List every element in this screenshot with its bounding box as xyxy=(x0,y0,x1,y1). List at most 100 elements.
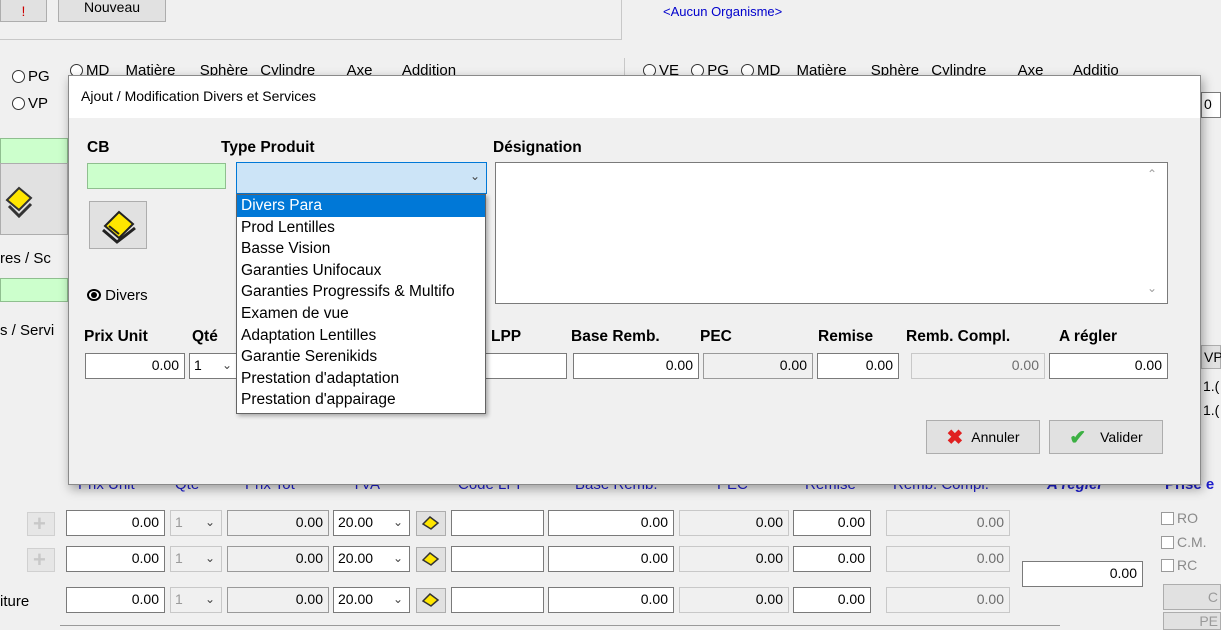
annuler-label: Annuler xyxy=(971,429,1020,445)
left-row-label-1: res / Sc xyxy=(0,250,51,267)
scroll-up-icon[interactable]: ⌃ xyxy=(1147,167,1157,181)
row-tva-value: 20.00 xyxy=(338,514,374,530)
qte-value: 1 xyxy=(194,357,202,373)
row-tva-value: 20.00 xyxy=(338,591,374,607)
row-tva-select[interactable]: 20.00 ⌄ xyxy=(333,546,410,572)
prix-unit-label: Prix Unit xyxy=(84,328,148,345)
side-button-c-label: C xyxy=(1207,589,1218,605)
divers-label: Divers xyxy=(105,287,148,304)
dropdown-item[interactable]: Adaptation Lentilles xyxy=(237,325,485,347)
checkbox-rc[interactable]: RC xyxy=(1161,557,1197,573)
row-tva-select[interactable]: 20.00 ⌄ xyxy=(333,587,410,613)
row-pec: 0.00 xyxy=(679,587,789,613)
row-base-remb[interactable]: 0.00 xyxy=(548,546,674,572)
radio-vp-circle[interactable] xyxy=(12,97,25,110)
dropdown-item[interactable]: Divers Para xyxy=(237,195,485,217)
a-regler-input[interactable]: 0.00 xyxy=(1049,353,1168,379)
left-green-field-2[interactable] xyxy=(0,278,68,302)
row-qte-value: 1 xyxy=(175,550,183,566)
dropdown-item[interactable]: Examen de vue xyxy=(237,303,485,325)
chevron-down-icon: ⌄ xyxy=(204,515,215,529)
scroll-down-icon[interactable]: ⌄ xyxy=(1147,281,1157,295)
checkbox-cm[interactable]: C.M. xyxy=(1161,534,1207,550)
row-code-lpp[interactable] xyxy=(451,587,544,613)
row-prix-unit[interactable]: 0.00 xyxy=(66,546,165,572)
chevron-down-icon: ⌄ xyxy=(392,515,403,529)
row-remise[interactable]: 0.00 xyxy=(793,587,871,613)
row-qte-value: 1 xyxy=(175,514,183,530)
radio-pg-circle[interactable] xyxy=(12,70,25,83)
lpp-input[interactable] xyxy=(483,353,567,379)
remise-input[interactable]: 0.00 xyxy=(817,353,899,379)
row-code-lpp[interactable] xyxy=(451,510,544,536)
side-button-pe[interactable]: PE xyxy=(1163,612,1221,630)
dropdown-item[interactable]: Garantie Serenikids xyxy=(237,346,485,368)
designation-textarea[interactable]: ⌃ ⌄ xyxy=(495,162,1168,304)
add-row-button[interactable]: + xyxy=(27,511,55,536)
row-label: iture xyxy=(0,593,30,610)
checkbox-ro-box[interactable] xyxy=(1161,512,1174,525)
row-remise[interactable]: 0.00 xyxy=(793,510,871,536)
prix-unit-input[interactable]: 0.00 xyxy=(85,353,185,379)
right-side-vp-button[interactable]: VP xyxy=(1201,345,1221,369)
add-row-button[interactable]: + xyxy=(27,547,55,572)
right-col-axe: Axe xyxy=(1017,62,1044,76)
row-qte-select[interactable]: 1 ⌄ xyxy=(170,510,222,536)
annuler-button[interactable]: ✖ Annuler xyxy=(926,420,1040,454)
radio-vp[interactable]: VP xyxy=(12,95,48,112)
row-prix-unit[interactable]: 0.00 xyxy=(66,587,165,613)
row-base-remb[interactable]: 0.00 xyxy=(548,587,674,613)
radio-vp-label: VP xyxy=(28,95,49,112)
table-row: + 0.00 1 ⌄ 0.00 20.00 ⌄ 0.00 0.00 0.00 0.0… xyxy=(0,510,1010,538)
row-remise[interactable]: 0.00 xyxy=(793,546,871,572)
checkbox-ro[interactable]: RO xyxy=(1161,510,1198,526)
base-remb-input[interactable]: 0.00 xyxy=(573,353,699,379)
row-tva-select[interactable]: 20.00 ⌄ xyxy=(333,510,410,536)
a-regler-total[interactable]: 0.00 xyxy=(1022,561,1143,587)
checkbox-cm-label: C.M. xyxy=(1177,534,1207,550)
side-button-c[interactable]: C xyxy=(1163,584,1221,610)
valider-button[interactable]: ✔ Valider xyxy=(1049,420,1163,454)
type-produit-label: Type Produit xyxy=(221,139,315,156)
chevron-down-icon: ⌄ xyxy=(392,592,403,606)
dropdown-item[interactable]: Garanties Unifocaux xyxy=(237,260,485,282)
lpp-search-button[interactable] xyxy=(416,511,446,536)
qte-select[interactable]: 1 ⌄ xyxy=(189,353,239,379)
scanner-icon xyxy=(5,186,33,218)
row-qte-select[interactable]: 1 ⌄ xyxy=(170,546,222,572)
type-produit-select[interactable]: ⌄ xyxy=(236,162,487,194)
lpp-search-button[interactable] xyxy=(416,547,446,572)
dropdown-item[interactable]: Prod Lentilles xyxy=(237,217,485,239)
nouveau-label: Nouveau xyxy=(83,0,141,15)
plus-icon: + xyxy=(33,511,46,536)
chevron-down-icon: ⌄ xyxy=(392,551,403,565)
right-radio-2-label: PG xyxy=(707,62,729,76)
checkbox-rc-box[interactable] xyxy=(1161,559,1174,572)
cb-input[interactable] xyxy=(87,163,226,189)
partial-row-strip xyxy=(60,625,1060,630)
checkbox-cm-box[interactable] xyxy=(1161,536,1174,549)
dropdown-item[interactable]: Garanties Progressifs & Multifo xyxy=(237,281,485,303)
scan-button[interactable] xyxy=(89,201,147,249)
lpp-search-button[interactable] xyxy=(416,588,446,613)
right-side-trunc-2: 1.( xyxy=(1203,402,1220,418)
dialog-title: Ajout / Modification Divers et Services xyxy=(69,76,1200,118)
row-base-remb[interactable]: 0.00 xyxy=(548,510,674,536)
designation-label: Désignation xyxy=(493,139,582,156)
right-side-field[interactable]: 0 xyxy=(1201,92,1221,118)
scanner-icon xyxy=(102,210,136,244)
row-qte-select[interactable]: 1 ⌄ xyxy=(170,587,222,613)
organisme-text[interactable]: <Aucun Organisme> xyxy=(663,4,782,19)
nouveau-button[interactable]: Nouveau xyxy=(58,0,166,22)
top-left-button[interactable]: ! xyxy=(0,0,47,22)
left-scan-button[interactable] xyxy=(0,163,68,235)
row-code-lpp[interactable] xyxy=(451,546,544,572)
row-prix-unit[interactable]: 0.00 xyxy=(66,510,165,536)
dropdown-item[interactable]: Prestation d'adaptation xyxy=(237,368,485,390)
type-produit-dropdown: Divers Para Prod Lentilles Basse Vision … xyxy=(236,194,486,414)
dropdown-item[interactable]: Basse Vision xyxy=(237,238,485,260)
radio-pg[interactable]: PG xyxy=(12,68,50,85)
left-row-label-2: s / Servi xyxy=(0,322,55,339)
dropdown-item[interactable]: Prestation d'appairage xyxy=(237,389,485,411)
left-green-field-1[interactable] xyxy=(0,138,68,164)
